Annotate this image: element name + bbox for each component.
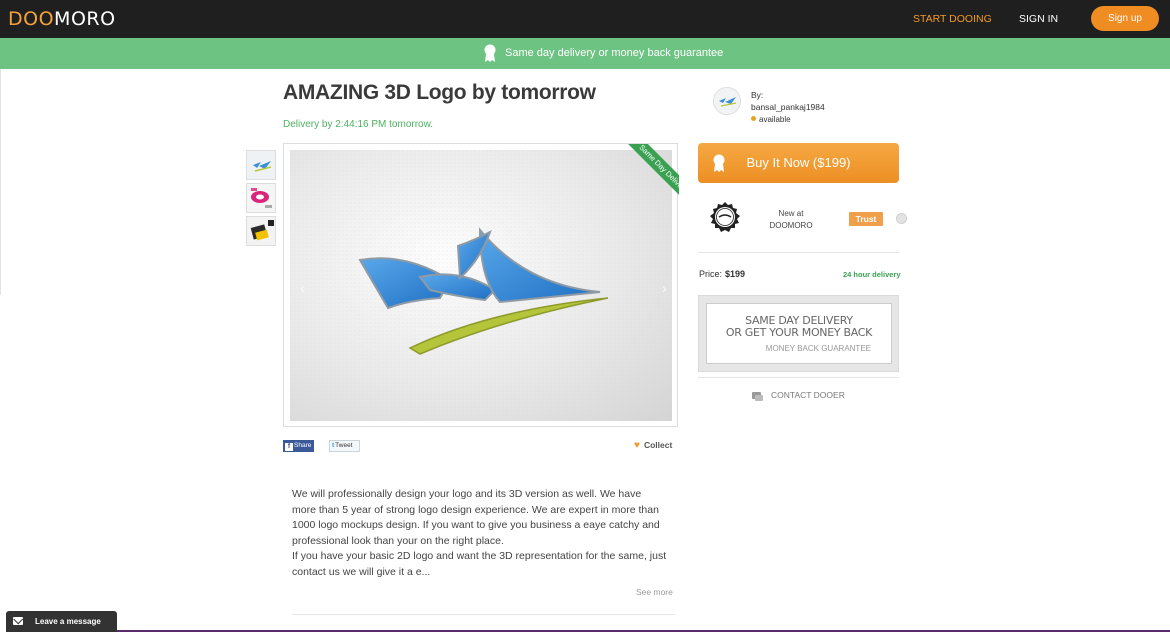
buy-it-now-button[interactable]: Buy It Now ($199) bbox=[698, 143, 899, 183]
twitter-icon: t bbox=[332, 442, 335, 449]
divider bbox=[698, 252, 899, 253]
award-ribbon-icon bbox=[713, 154, 725, 172]
logo-part-2: MORO bbox=[54, 8, 116, 30]
logo-thumbnail-3[interactable] bbox=[246, 216, 276, 246]
delivery-time-badge: 24 hour delivery bbox=[843, 270, 901, 279]
product-image[interactable]: ‹ › bbox=[290, 150, 672, 421]
sign-up-button[interactable]: Sign up bbox=[1091, 6, 1159, 31]
seller-name[interactable]: bansal_pankaj1984 bbox=[751, 102, 825, 112]
new-at-line-2: DOOMORO bbox=[769, 221, 813, 230]
description-divider bbox=[292, 614, 675, 615]
facebook-share-button[interactable]: f Share bbox=[283, 440, 314, 452]
by-label: By: bbox=[751, 90, 764, 100]
buy-label: Buy It Now ($199) bbox=[746, 155, 851, 170]
same-day-ribbon: Same Day Delivery bbox=[617, 144, 679, 206]
tweet-button[interactable]: tTweet bbox=[329, 440, 360, 452]
contact-dooer-link[interactable]: CONTACT DOOER bbox=[752, 390, 845, 401]
product-title: AMAZING 3D Logo by tomorrow bbox=[283, 81, 596, 104]
guarantee-line-3: MONEY BACK GUARANTEE bbox=[765, 344, 871, 353]
trust-badge: Trust bbox=[849, 212, 883, 226]
sign-in-link[interactable]: SIGN IN bbox=[1019, 13, 1058, 25]
banner-text: Same day delivery or money back guarante… bbox=[505, 47, 724, 59]
product-description: We will professionally design your logo … bbox=[292, 487, 668, 580]
price-row: Price: $199 bbox=[699, 269, 745, 279]
start-dooing-link[interactable]: START DOOING bbox=[913, 13, 992, 25]
divider bbox=[698, 377, 899, 378]
price-value: $199 bbox=[725, 269, 746, 279]
leave-message-widget[interactable]: Leave a message bbox=[6, 611, 117, 632]
seal-badge-icon bbox=[710, 202, 740, 232]
description-paragraph-1: We will professionally design your logo … bbox=[292, 488, 660, 547]
chat-bubbles-icon bbox=[752, 392, 763, 401]
page-edge-divider bbox=[0, 69, 1, 295]
seller-status: available bbox=[751, 115, 791, 124]
price-label: Price: bbox=[699, 269, 723, 279]
see-more-link[interactable]: See more bbox=[636, 587, 673, 597]
ribbon-label: Same Day Delivery bbox=[622, 144, 679, 206]
next-image-arrow[interactable]: › bbox=[662, 280, 667, 296]
description-paragraph-2: If you have your basic 2D logo and want … bbox=[292, 550, 667, 578]
award-ribbon-icon bbox=[484, 44, 496, 62]
collect-label: Collect bbox=[643, 440, 673, 450]
contact-label: CONTACT DOOER bbox=[771, 390, 845, 400]
share-label: Share bbox=[294, 442, 312, 449]
guarantee-card: SAME DAY DELIVERY OR GET YOUR MONEY BACK… bbox=[706, 303, 892, 364]
collect-button[interactable]: ♥ Collect bbox=[634, 440, 672, 451]
logo-thumbnail-2[interactable] bbox=[246, 183, 276, 213]
money-back-guarantee-box: SAME DAY DELIVERY OR GET YOUR MONEY BACK… bbox=[698, 295, 899, 372]
delivery-countdown: Delivery by 2:44:16 PM tomorrow. bbox=[283, 119, 434, 130]
site-logo[interactable]: DOOMORO bbox=[8, 8, 116, 30]
tweet-label: Tweet bbox=[335, 442, 353, 449]
status-dot-icon bbox=[751, 116, 756, 121]
facebook-icon: f bbox=[285, 443, 293, 451]
status-label: available bbox=[759, 115, 791, 124]
guarantee-banner: Same day delivery or money back guarante… bbox=[0, 38, 1170, 69]
new-at-line-1: New at bbox=[778, 209, 804, 218]
product-image-frame: ‹ › Same Day Delivery bbox=[283, 143, 679, 427]
seller-avatar[interactable] bbox=[713, 87, 741, 115]
envelope-icon bbox=[13, 617, 23, 625]
heart-icon: ♥ bbox=[634, 440, 640, 451]
chat-label: Leave a message bbox=[35, 617, 101, 626]
new-at-label: New at DOOMORO bbox=[768, 208, 814, 232]
logo-part-1: DOO bbox=[8, 8, 55, 30]
help-icon[interactable] bbox=[896, 213, 907, 224]
previous-image-arrow[interactable]: ‹ bbox=[300, 280, 305, 296]
top-navbar: DOOMORO START DOOING SIGN IN Sign up bbox=[0, 0, 1170, 38]
logo-thumbnail-1[interactable] bbox=[246, 150, 276, 180]
guarantee-line-2: OR GET YOUR MONEY BACK bbox=[725, 326, 873, 339]
